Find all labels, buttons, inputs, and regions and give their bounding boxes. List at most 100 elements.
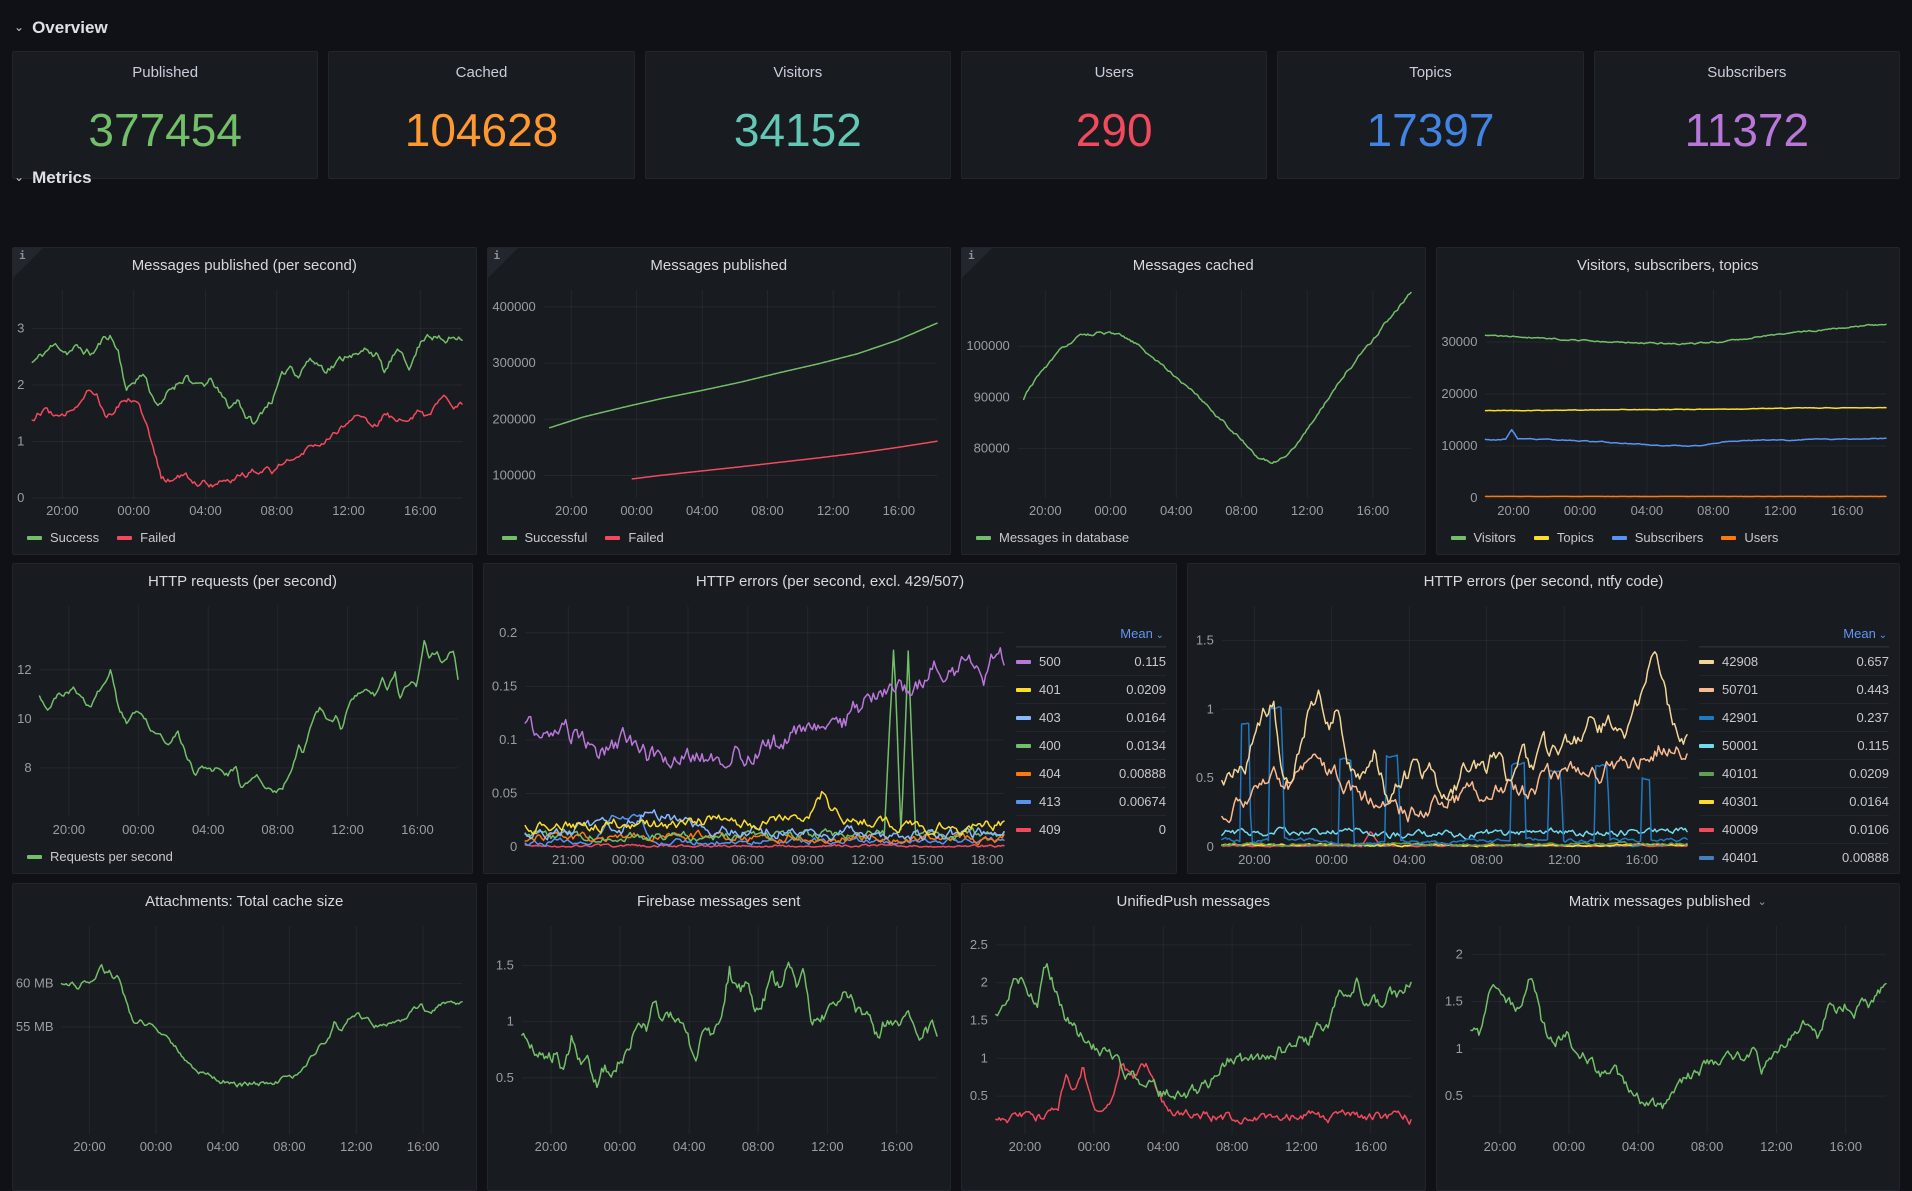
chart: 20:0000:0004:0008:0012:0016:0000.511.5	[1188, 598, 1693, 873]
panel-title[interactable]: Messages published	[488, 248, 951, 282]
legend-item-failed[interactable]: Failed	[117, 530, 175, 545]
legend-swatch	[1699, 660, 1714, 664]
legend-row-40101[interactable]: 401010.0209	[1699, 759, 1889, 787]
legend-item-visitors[interactable]: Visitors	[1451, 530, 1516, 545]
svg-text:16:00: 16:00	[880, 1139, 913, 1154]
legend-mean-label: Mean	[1120, 626, 1153, 641]
panel-title[interactable]: Messages cached	[962, 248, 1425, 282]
legend-swatch	[1612, 536, 1627, 540]
info-corner-icon[interactable]: i	[13, 248, 43, 278]
legend-row-40401[interactable]: 404010.00888	[1699, 843, 1889, 871]
legend-mean-header[interactable]: Mean ⌄	[1016, 626, 1166, 647]
legend-row-50001[interactable]: 500010.115	[1699, 731, 1889, 759]
svg-text:20:00: 20:00	[1029, 503, 1062, 518]
legend-row-409[interactable]: 4090	[1016, 815, 1166, 843]
legend-table: Mean ⌄ 42908 0.657 507010.443429010.2375000…	[1699, 626, 1889, 871]
panel-title[interactable]: Attachments: Total cache size	[13, 884, 476, 918]
legend-row-413[interactable]: 4130.00674	[1016, 787, 1166, 815]
svg-text:0: 0	[17, 490, 24, 505]
legend-mean-value: 0.443	[1842, 682, 1889, 697]
legend-row-40301[interactable]: 403010.0164	[1699, 787, 1889, 815]
legend-mean-value: 0.657	[1842, 654, 1889, 669]
legend-row-401[interactable]: 4010.0209	[1016, 675, 1166, 703]
legend-label: Successful	[525, 530, 588, 545]
series-topics	[1485, 408, 1886, 411]
legend-label: Users	[1744, 530, 1778, 545]
panel-title[interactable]: HTTP errors (per second, excl. 429/507)	[484, 564, 1176, 598]
section-header-overview[interactable]: ⌄ Overview	[14, 18, 108, 38]
svg-text:20:00: 20:00	[46, 503, 79, 518]
svg-text:08:00: 08:00	[1697, 503, 1730, 518]
svg-text:0.5: 0.5	[1196, 770, 1214, 785]
svg-text:0.5: 0.5	[495, 1070, 513, 1085]
legend-swatch	[1699, 716, 1714, 720]
svg-text:20:00: 20:00	[534, 1139, 567, 1154]
panel-title[interactable]: Visitors, subscribers, topics	[1437, 248, 1900, 282]
legend-item-messages-in-database[interactable]: Messages in database	[976, 530, 1129, 545]
legend-item-subscribers[interactable]: Subscribers	[1612, 530, 1704, 545]
svg-text:30000: 30000	[1441, 334, 1477, 349]
svg-text:10: 10	[17, 711, 31, 726]
legend-mean-value: 0.0209	[1112, 682, 1166, 697]
panel-title[interactable]: Matrix messages published⌄	[1437, 884, 1900, 918]
series-400	[525, 650, 1004, 842]
legend-item-topics[interactable]: Topics	[1534, 530, 1594, 545]
legend-label: Success	[50, 530, 99, 545]
legend-row-400[interactable]: 4000.0134	[1016, 731, 1166, 759]
stat-value: 104628	[329, 82, 633, 178]
legend-code-label: 42908	[1722, 654, 1758, 669]
legend-swatch	[976, 536, 991, 540]
svg-text:16:00: 16:00	[407, 1139, 440, 1154]
svg-text:00:00: 00:00	[612, 852, 645, 867]
legend-code-label: 403	[1039, 710, 1061, 725]
legend-row-42901[interactable]: 429010.237	[1699, 703, 1889, 731]
legend-item-successful[interactable]: Successful	[502, 530, 588, 545]
panel-title[interactable]: HTTP errors (per second, ntfy code)	[1188, 564, 1899, 598]
legend-item-users[interactable]: Users	[1721, 530, 1778, 545]
svg-text:16:00: 16:00	[404, 503, 437, 518]
legend-row-50701[interactable]: 507010.443	[1699, 675, 1889, 703]
legend-mean-label: Mean	[1843, 626, 1876, 641]
legend-mean-value: 0	[1145, 822, 1166, 837]
legend-mean-header[interactable]: Mean ⌄	[1699, 626, 1889, 647]
svg-text:08:00: 08:00	[741, 1139, 774, 1154]
info-icon: i	[494, 249, 501, 262]
metrics-row-2: HTTP requests (per second) 20:0000:0004:0…	[12, 563, 1900, 874]
chart: 21:0000:0003:0006:0009:0012:0015:0018:00…	[484, 598, 1010, 873]
legend-item-requests-per-second[interactable]: Requests per second	[27, 849, 173, 864]
stat-panel-users: Users290	[961, 51, 1267, 179]
legend-mean-value: 0.0164	[1112, 710, 1166, 725]
legend-code-label: 40009	[1722, 822, 1758, 837]
legend-code-label: 40301	[1722, 794, 1758, 809]
legend-item-success[interactable]: Success	[27, 530, 99, 545]
svg-text:08:00: 08:00	[751, 503, 784, 518]
legend-item-failed[interactable]: Failed	[605, 530, 663, 545]
legend-row-500[interactable]: 5000.115	[1016, 647, 1166, 675]
legend-row-42908[interactable]: 42908 0.657	[1699, 647, 1889, 675]
svg-text:80000: 80000	[974, 440, 1010, 455]
chart: 20:0000:0004:0008:0012:0016:000.511.52	[1437, 918, 1900, 1190]
panel-title[interactable]: UnifiedPush messages	[962, 884, 1425, 918]
panel-title-text: Messages cached	[1133, 257, 1254, 274]
panel-title-text: Attachments: Total cache size	[145, 893, 343, 910]
legend-row-40009[interactable]: 400090.0106	[1699, 815, 1889, 843]
svg-text:08:00: 08:00	[1225, 503, 1258, 518]
panel-title[interactable]: Messages published (per second)	[13, 248, 476, 282]
panel-title-text: Visitors, subscribers, topics	[1577, 257, 1758, 274]
svg-text:2: 2	[1455, 946, 1462, 961]
series-matrix-messages	[1470, 979, 1885, 1109]
svg-text:16:00: 16:00	[401, 822, 434, 837]
svg-text:20:00: 20:00	[555, 503, 588, 518]
legend-row-403[interactable]: 403 0.0164	[1016, 703, 1166, 731]
legend-row-404[interactable]: 4040.00888	[1016, 759, 1166, 787]
info-corner-icon[interactable]: i	[962, 248, 992, 278]
info-corner-icon[interactable]: i	[488, 248, 518, 278]
panel-title[interactable]: HTTP requests (per second)	[13, 564, 472, 598]
svg-text:00:00: 00:00	[603, 1139, 636, 1154]
svg-text:200000: 200000	[492, 411, 535, 426]
panel-title[interactable]: Firebase messages sent	[488, 884, 951, 918]
stat-title: Users	[962, 64, 1266, 81]
section-header-metrics[interactable]: ⌄ Metrics	[14, 168, 92, 188]
legend-swatch	[1699, 688, 1714, 692]
chart-legend: Successful Failed	[502, 530, 664, 545]
